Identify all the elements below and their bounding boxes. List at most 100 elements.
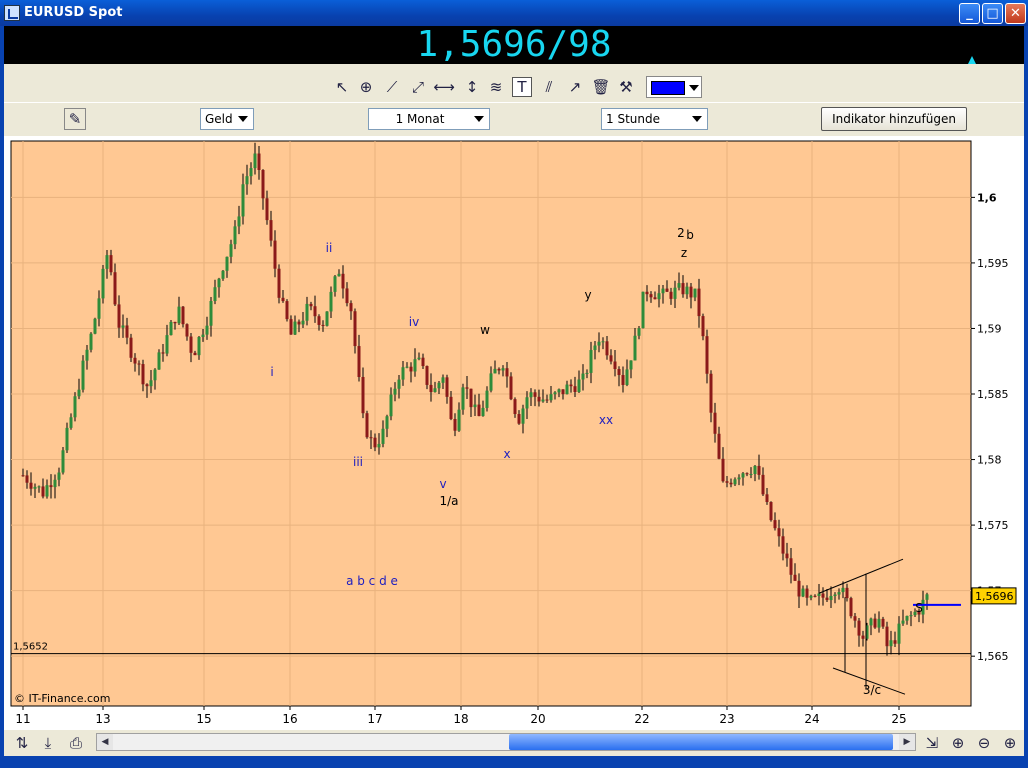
candle-body (573, 386, 577, 392)
candle-body (665, 288, 669, 292)
chevron-down-icon (689, 85, 699, 91)
extended-line-icon[interactable]: ⤢ (408, 77, 428, 97)
candle-body (569, 384, 573, 387)
pointer-icon[interactable]: ↖ (332, 77, 352, 97)
candle-body (509, 376, 513, 400)
candle-body (581, 373, 585, 380)
wave-label: w (480, 323, 490, 337)
candle-body (745, 473, 749, 475)
vertical-line-icon[interactable]: ↕ (462, 77, 482, 97)
fibonacci-icon[interactable]: ≋ (486, 77, 506, 97)
horizontal-scrollbar[interactable]: ◀ ▶ (96, 733, 916, 751)
candle-body (473, 404, 477, 408)
candle-body (893, 640, 897, 644)
candle-body (285, 301, 289, 320)
candle-body (141, 364, 145, 385)
autoscale-icon[interactable]: ⇲ (922, 733, 942, 753)
candle-body (437, 382, 441, 389)
price-chart[interactable]: 11131516171820222324251,5651,571,5751,58… (4, 136, 1024, 730)
x-tick-label: 17 (367, 712, 382, 726)
candle-body (897, 623, 901, 644)
add-indicator-button[interactable]: Indikator hinzufügen (821, 107, 967, 131)
candle-body (641, 291, 645, 329)
candle-body (333, 276, 337, 292)
chart-settings-icon[interactable]: ✎ (64, 108, 86, 130)
zoom-cursor-icon[interactable]: ⊕ (948, 733, 968, 753)
candle-body (237, 216, 241, 227)
candle-body (869, 618, 873, 626)
candle-body (729, 482, 733, 485)
candle-body (657, 293, 661, 300)
chart-area[interactable]: 11131516171820222324251,5651,571,5751,58… (4, 136, 1024, 730)
x-tick-label: 11 (15, 712, 30, 726)
candle-body (289, 319, 293, 335)
candle-body (393, 388, 397, 395)
candle-body (673, 287, 677, 299)
text-tool-icon[interactable]: T (512, 77, 532, 97)
arrow-line-icon[interactable]: ↗ (565, 77, 585, 97)
candle-body (29, 482, 33, 489)
scroll-right-button[interactable]: ▶ (899, 734, 915, 750)
drawing-toolbar: ↖ ⊕ ⟋ ⤢ ⟷ ↕ ≋ T ⫽ ↗ 🗑 ⚒ (4, 72, 1024, 102)
candle-body (637, 328, 641, 336)
candle-body (889, 640, 893, 647)
candle-body (877, 618, 881, 628)
candle-body (669, 291, 673, 299)
candle-body (33, 486, 37, 489)
candle-body (685, 286, 689, 295)
print-icon[interactable]: ⎙ (66, 733, 86, 753)
trendline-icon[interactable]: ⟋ (382, 77, 402, 97)
horizontal-line-icon[interactable]: ⟷ (433, 77, 455, 97)
zoom-in-icon[interactable]: ⊕ (1000, 733, 1020, 753)
candle-body (365, 413, 369, 438)
candle-body (433, 388, 437, 393)
candle-body (389, 394, 393, 417)
candle-body (801, 588, 805, 597)
candle-body (325, 311, 329, 326)
candle-body (485, 390, 489, 408)
candle-body (697, 288, 701, 317)
tools-icon[interactable]: ⚒ (616, 77, 636, 97)
export-icon[interactable]: ⤓ (38, 733, 58, 753)
app-icon (4, 5, 20, 21)
color-picker[interactable] (646, 76, 702, 98)
interval-select[interactable]: 1 Stunde (601, 108, 708, 130)
candle-body (425, 366, 429, 385)
color-swatch (651, 81, 685, 95)
price-type-select[interactable]: Geld (200, 108, 254, 130)
candle-body (713, 412, 717, 434)
candle-body (145, 384, 149, 387)
candle-body (313, 306, 317, 317)
candle-body (177, 306, 181, 324)
candle-body (417, 357, 421, 360)
candle-body (661, 288, 665, 294)
candle-body (477, 404, 481, 417)
candle-body (453, 419, 457, 431)
candle-body (777, 528, 781, 537)
candle-body (813, 595, 817, 597)
period-select[interactable]: 1 Monat (368, 108, 490, 130)
chart-type-icon[interactable]: ⇅ (12, 733, 32, 753)
candle-body (645, 291, 649, 295)
candle-body (117, 304, 121, 328)
zoom-cursor-icon[interactable]: ⊕ (356, 77, 376, 97)
candle-body (241, 184, 245, 217)
candle-body (409, 366, 413, 372)
maximize-button[interactable]: □ (982, 3, 1003, 24)
candle-body (901, 620, 905, 624)
candle-body (129, 337, 133, 358)
zoom-out-icon[interactable]: ⊖ (974, 733, 994, 753)
candle-body (317, 316, 321, 325)
scroll-thumb[interactable] (509, 734, 893, 750)
candle-body (65, 427, 69, 451)
chevron-down-icon (474, 116, 484, 122)
trash-icon[interactable]: 🗑 (591, 77, 611, 97)
channel-icon[interactable]: ⫽ (539, 77, 559, 97)
close-button[interactable]: ✕ (1005, 3, 1026, 24)
scroll-left-button[interactable]: ◀ (97, 734, 113, 750)
window-border-bottom (0, 756, 1028, 768)
y-tick-label: 1,585 (977, 388, 1009, 401)
candle-body (705, 336, 709, 374)
minimize-button[interactable]: _ (959, 3, 980, 24)
candle-body (413, 359, 417, 372)
